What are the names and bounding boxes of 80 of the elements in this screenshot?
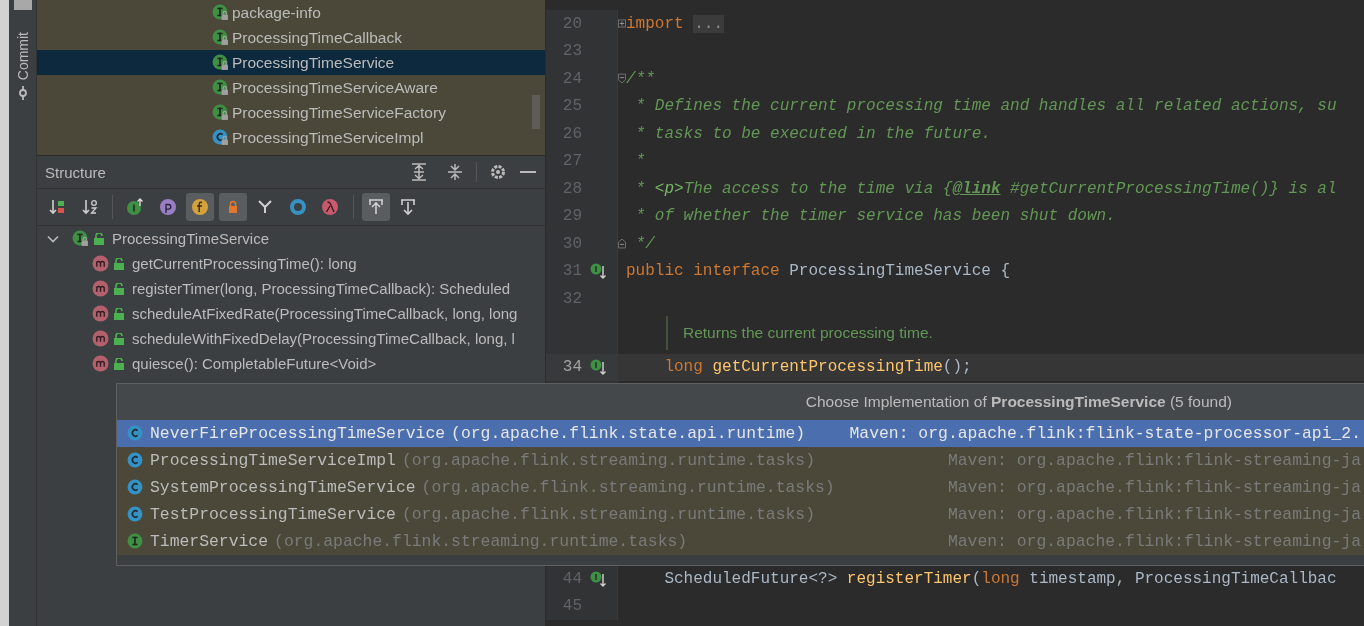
code-line: * Defines the current processing time and handles all related actions, su xyxy=(634,97,1337,116)
method-icon xyxy=(92,280,109,297)
inherited-icon xyxy=(126,198,144,216)
tool-window-icon[interactable] xyxy=(13,0,32,10)
implementation-item[interactable]: TestProcessingTimeService (org.apache.flink.streaming.runtime.tasks) Maven: org.apache.flink:flink-streaming-ja xyxy=(117,501,1364,528)
padlock-icon xyxy=(113,357,125,370)
scrollbar[interactable] xyxy=(532,95,540,129)
implementation-item[interactable]: TimerService (org.apache.flink.streaming.runtime.tasks) Maven: org.apache.flink:flink-streaming-ja xyxy=(117,528,1364,555)
tree-item[interactable]: ProcessingTimeServiceAware xyxy=(37,75,545,100)
rendered-doc-comment: Returns the current processing time. xyxy=(666,316,933,350)
code-line: * xyxy=(634,152,646,171)
tree-item[interactable]: scheduleWithFixedDelay(ProcessingTimeCallback, long, l xyxy=(132,330,515,347)
fork-icon xyxy=(256,198,274,216)
fold-icon[interactable] xyxy=(618,73,626,85)
tree-item[interactable]: registerTimer(long, ProcessingTimeCallback): Scheduled xyxy=(132,280,511,297)
code-line: */ xyxy=(634,234,655,253)
tree-item[interactable]: ProcessingTimeServiceImpl xyxy=(37,125,545,150)
class-icon xyxy=(127,479,144,496)
interface-icon xyxy=(212,54,229,71)
code-line: /** xyxy=(626,69,655,88)
expand-fold-icon[interactable] xyxy=(618,18,626,30)
tree-item[interactable]: package-info xyxy=(37,0,545,25)
collapse-all-icon[interactable] xyxy=(446,163,464,181)
tree-item[interactable]: ProcessingTimeCallback xyxy=(37,25,545,50)
padlock-icon xyxy=(113,307,125,320)
class-icon xyxy=(127,452,144,469)
scroll-to-source-icon xyxy=(399,198,417,216)
tree-item[interactable]: getCurrentProcessingTime(): long xyxy=(132,255,357,272)
interface-icon xyxy=(127,533,144,550)
implementation-item[interactable]: NeverFireProcessingTimeService (org.apache.flink.state.api.runtime) Maven: org.apache.flink:flink-state-processor-api_2. xyxy=(117,420,1364,447)
expand-all-icon[interactable] xyxy=(410,163,428,181)
code-line: * <p>The access to the time via {@link #getCurrentProcessingTime()} is al xyxy=(634,179,1337,198)
scroll-from-source-icon xyxy=(366,198,385,216)
tree-item[interactable]: scheduleAtFixedRate(ProcessingTimeCallback, long, long xyxy=(132,305,518,322)
tree-item[interactable]: ProcessingTimeService xyxy=(112,230,269,247)
class-icon xyxy=(127,425,144,442)
line-number: 34 xyxy=(561,358,582,377)
padlock-icon xyxy=(113,332,125,345)
interface-icon xyxy=(212,79,229,96)
implementation-item[interactable]: ProcessingTimeServiceImpl (org.apache.flink.streaming.runtime.tasks) Maven: org.apache.flink:flink-streaming-ja xyxy=(117,447,1364,474)
code-line: * of whether the timer service has been shut down. xyxy=(634,207,1116,226)
interface-icon xyxy=(212,104,229,121)
padlock-icon xyxy=(93,232,105,245)
interface-icon xyxy=(212,4,229,21)
interface-icon xyxy=(212,29,229,46)
toolbar-button[interactable] xyxy=(361,193,390,221)
class-icon xyxy=(212,129,229,146)
commit-tab[interactable]: Commit xyxy=(14,32,31,81)
sort-icon xyxy=(48,198,66,216)
padlock-icon xyxy=(113,282,125,295)
tree-item[interactable]: ProcessingTimeServiceFactory xyxy=(37,100,545,125)
implementation-item[interactable]: SystemProcessingTimeService (org.apache.flink.streaming.runtime.tasks) Maven: org.apache.flink:flink-streaming-ja xyxy=(117,474,1364,501)
lambda-icon xyxy=(321,198,339,216)
code-line: public interface ProcessingTimeService { xyxy=(626,262,1011,281)
code-line: * tasks to be executed in the future. xyxy=(634,124,991,143)
method-icon xyxy=(92,305,109,322)
fold-end-icon[interactable] xyxy=(618,238,626,250)
method-icon xyxy=(92,330,109,347)
popup-title-text: Choose Implementation of ProcessingTimeService (5 found) xyxy=(805,393,1232,411)
class-icon xyxy=(127,506,144,523)
method-icon xyxy=(92,355,109,372)
panel-title: Structure xyxy=(45,163,107,181)
tree-item[interactable]: ProcessingTimeService xyxy=(37,50,545,75)
ring-icon xyxy=(288,198,307,216)
implemented-icon[interactable] xyxy=(590,359,606,376)
interface-icon xyxy=(72,230,89,247)
code-line: long getCurrentProcessingTime(); xyxy=(663,358,972,377)
field-icon xyxy=(191,198,209,216)
alphabetical-sort-icon xyxy=(80,198,99,216)
toolbar-button[interactable] xyxy=(218,193,247,221)
code-line: import ... xyxy=(626,14,725,33)
code-line: ScheduledFuture<?> registerTimer(long timestamp, ProcessingTimeCallbac xyxy=(663,569,1337,588)
settings-icon[interactable] xyxy=(489,163,507,181)
padlock-icon xyxy=(113,257,125,270)
implemented-icon[interactable] xyxy=(590,263,606,280)
implemented-icon[interactable] xyxy=(590,570,606,587)
method-icon xyxy=(92,255,109,272)
tree-item[interactable]: quiesce(): CompletableFuture<Void> xyxy=(132,355,377,372)
toolbar-button[interactable] xyxy=(186,193,214,221)
property-icon xyxy=(158,198,177,216)
